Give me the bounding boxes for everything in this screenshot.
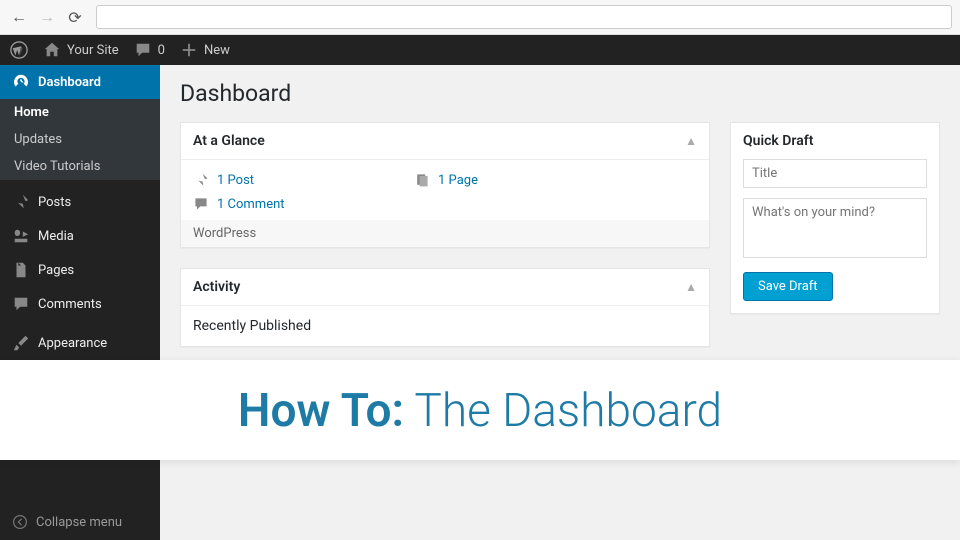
pages-icon — [12, 261, 30, 279]
dashboard-submenu: Home Updates Video Tutorials — [0, 99, 160, 180]
glance-comments[interactable]: 1 Comment — [193, 196, 697, 212]
panel-title: Activity — [193, 279, 240, 295]
new-label: New — [204, 43, 230, 58]
menu-comments[interactable]: Comments — [0, 287, 160, 321]
brush-icon — [12, 334, 30, 352]
submenu-home[interactable]: Home — [0, 99, 160, 126]
forward-button[interactable]: → — [36, 6, 58, 28]
comment-icon — [193, 196, 209, 212]
collapse-icon — [12, 514, 28, 530]
recently-published: Recently Published — [193, 318, 697, 334]
new-content[interactable]: New — [180, 41, 230, 59]
panel-toggle[interactable]: ▲ — [685, 134, 697, 148]
menu-appearance[interactable]: Appearance — [0, 326, 160, 360]
comments-bubble[interactable]: 0 — [134, 41, 165, 59]
wp-version: WordPress — [181, 220, 709, 247]
draft-title-input[interactable] — [743, 159, 927, 188]
content-area: Dashboard At a Glance ▲ 1 Post — [160, 65, 960, 540]
panel-toggle[interactable]: ▲ — [685, 280, 697, 294]
menu-label: Pages — [38, 263, 74, 278]
menu-label: Media — [38, 229, 74, 244]
browser-toolbar: ← → ⟳ — [0, 0, 960, 35]
panel-title: At a Glance — [193, 133, 265, 149]
activity-panel: Activity ▲ Recently Published — [180, 268, 710, 347]
glance-posts[interactable]: 1 Post — [193, 172, 254, 188]
menu-label: Posts — [38, 195, 71, 210]
site-name: Your Site — [67, 43, 119, 58]
at-a-glance-panel: At a Glance ▲ 1 Post 1 Page — [180, 122, 710, 248]
comments-count: 0 — [158, 43, 165, 58]
menu-label: Dashboard — [38, 75, 101, 90]
site-link[interactable]: Your Site — [43, 41, 119, 59]
pin-icon — [12, 193, 30, 211]
back-button[interactable]: ← — [8, 6, 30, 28]
title-overlay: How To: The Dashboard — [0, 360, 960, 460]
save-draft-button[interactable]: Save Draft — [743, 272, 833, 301]
quick-draft-panel: Quick Draft Save Draft — [730, 122, 940, 314]
url-input[interactable] — [96, 5, 952, 29]
pages-icon — [414, 172, 430, 188]
menu-label: Comments — [38, 297, 102, 312]
submenu-video-tutorials[interactable]: Video Tutorials — [0, 153, 160, 180]
comment-icon — [12, 295, 30, 313]
comment-icon — [134, 41, 152, 59]
menu-dashboard[interactable]: Dashboard — [0, 65, 160, 99]
plus-icon — [180, 41, 198, 59]
menu-pages[interactable]: Pages — [0, 253, 160, 287]
collapse-label: Collapse menu — [36, 515, 122, 530]
page-title: Dashboard — [180, 80, 940, 107]
collapse-menu[interactable]: Collapse menu — [0, 504, 160, 540]
wordpress-icon — [10, 41, 28, 59]
submenu-updates[interactable]: Updates — [0, 126, 160, 153]
dashboard-icon — [12, 73, 30, 91]
menu-media[interactable]: Media — [0, 219, 160, 253]
panel-title: Quick Draft — [743, 133, 813, 149]
admin-sidebar: Dashboard Home Updates Video Tutorials P… — [0, 65, 160, 540]
reload-button[interactable]: ⟳ — [64, 6, 86, 28]
menu-label: Appearance — [38, 336, 107, 351]
menu-posts[interactable]: Posts — [0, 185, 160, 219]
pin-icon — [193, 172, 209, 188]
overlay-text: How To: The Dashboard — [238, 383, 722, 438]
wp-admin-bar: Your Site 0 New — [0, 35, 960, 65]
wp-logo[interactable] — [10, 41, 28, 59]
glance-pages[interactable]: 1 Page — [414, 172, 478, 188]
home-icon — [43, 41, 61, 59]
draft-body-input[interactable] — [743, 198, 927, 258]
media-icon — [12, 227, 30, 245]
